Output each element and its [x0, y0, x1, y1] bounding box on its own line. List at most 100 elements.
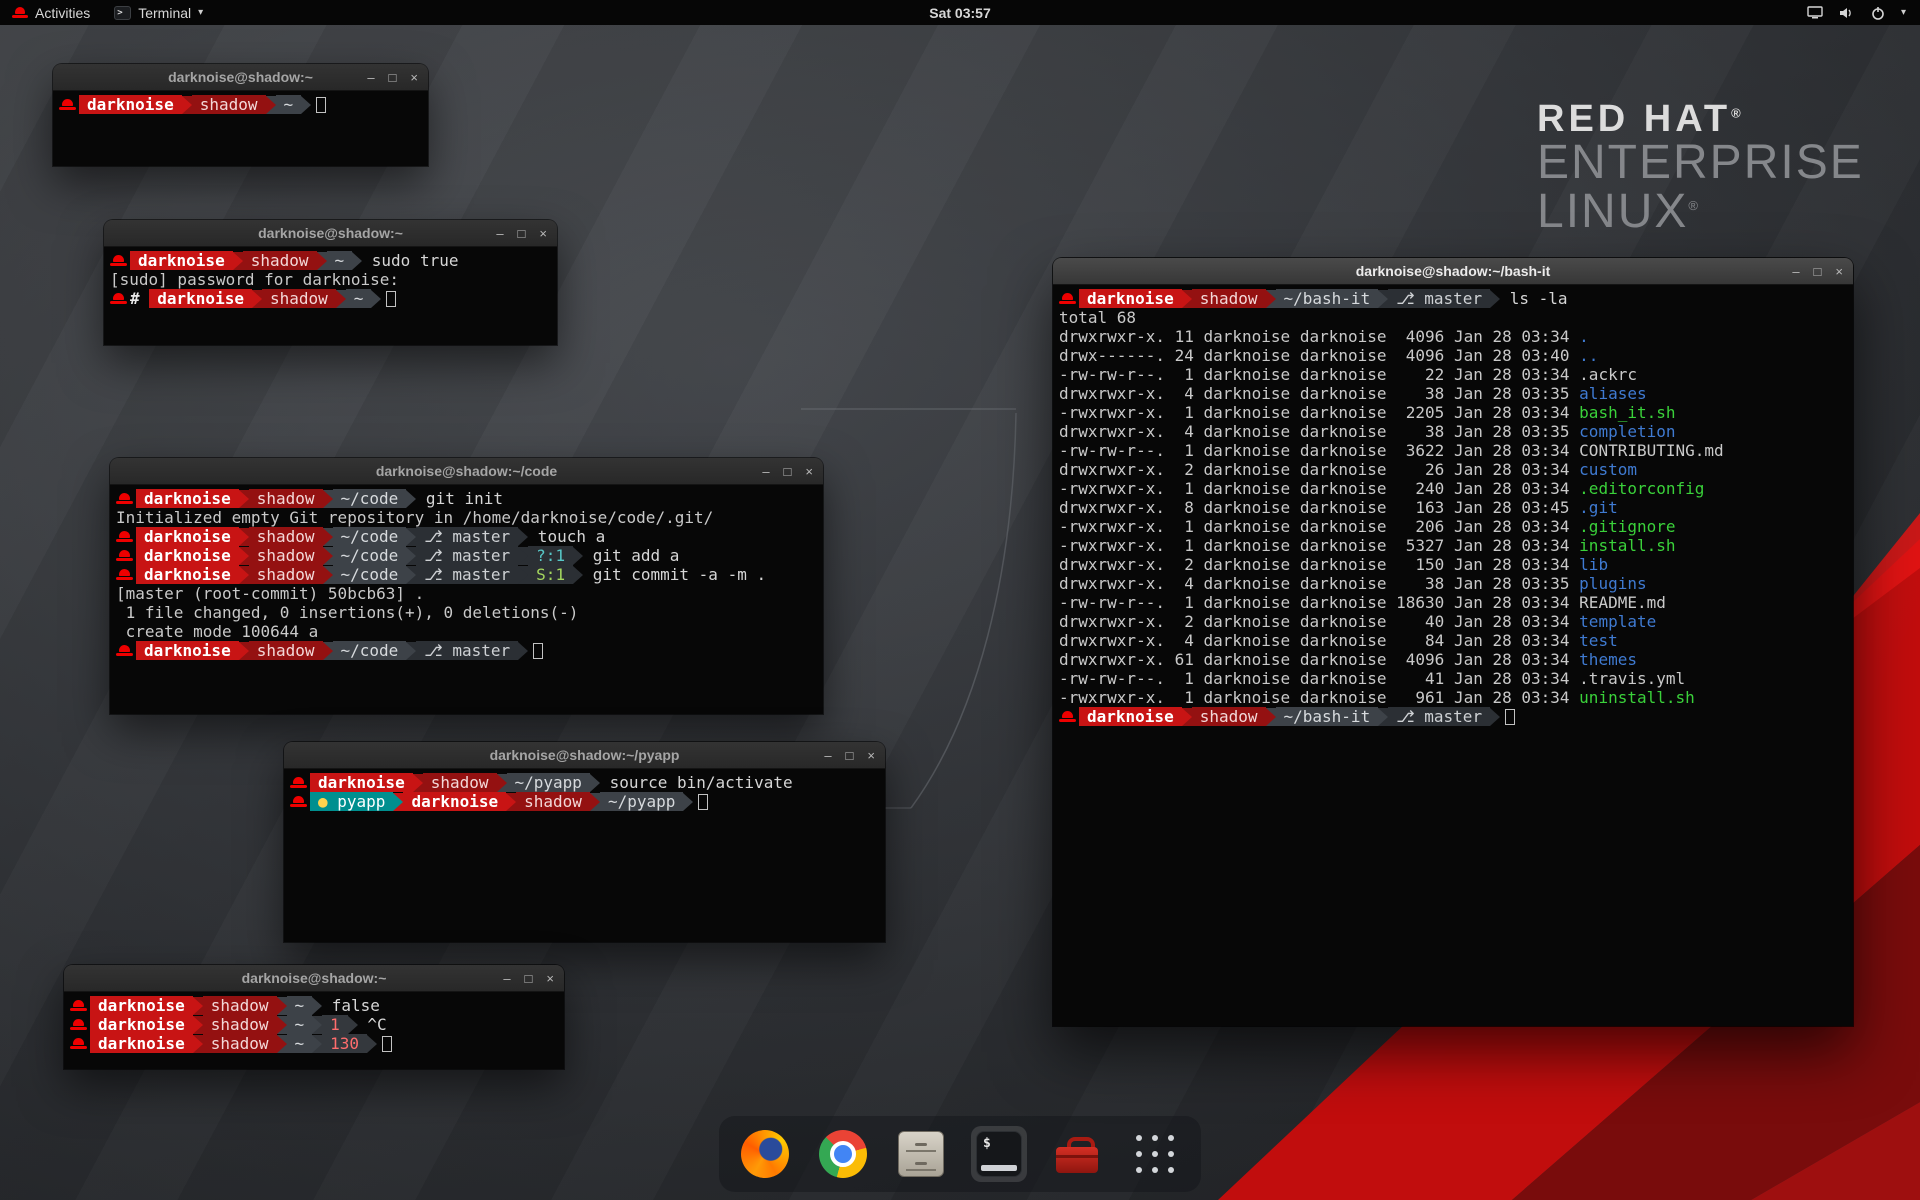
prompt-segment: ~	[287, 1015, 313, 1034]
redhat-prompt-icon	[70, 998, 87, 1013]
prompt-segment: darknoise	[79, 95, 182, 114]
dock-toolbox[interactable]	[1049, 1126, 1105, 1182]
brand-line1: RED HAT	[1537, 98, 1731, 140]
powerline-arrow	[1266, 290, 1276, 308]
terminal-content[interactable]: darknoiseshadow~ falsedarknoiseshadow~1 …	[64, 992, 564, 1069]
minimize-button[interactable]: –	[824, 748, 831, 763]
terminal-content[interactable]: darknoiseshadow~ sudo true[sudo] passwor…	[104, 247, 557, 345]
prompt-segment: ~	[346, 289, 372, 308]
minimize-button[interactable]: –	[367, 70, 374, 85]
powerline-arrow	[239, 566, 249, 584]
prompt-segment: ~/bash-it	[1276, 289, 1379, 308]
terminal-line: ● pyappdarknoiseshadow~/pyapp	[290, 792, 879, 811]
powerline-arrow	[277, 1035, 287, 1053]
powerline-arrow	[497, 774, 507, 792]
powerline-arrow	[1490, 290, 1500, 308]
clock[interactable]: Sat 03:57	[929, 5, 990, 21]
powerline-arrow	[393, 793, 403, 811]
maximize-button[interactable]: □	[525, 971, 533, 986]
terminal-content[interactable]: darknoiseshadow~/code git initInitialize…	[110, 485, 823, 714]
prompt-segment: shadow	[249, 489, 323, 508]
window-title: darknoise@shadow:~	[258, 225, 403, 241]
prompt-segment: ⎇ master	[416, 565, 518, 584]
close-button[interactable]: ×	[1835, 264, 1843, 279]
terminal-line: darknoiseshadow~/bash-it⎇ master	[1059, 707, 1847, 726]
terminal-window-exitcodes[interactable]: darknoise@shadow:~ – □ × darknoiseshadow…	[64, 965, 564, 1069]
terminal-content[interactable]: darknoiseshadow~/bash-it⎇ master ls -lat…	[1053, 285, 1853, 1026]
terminal-line: drwxrwxr-x. 2 darknoise darknoise 150 Ja…	[1059, 555, 1847, 574]
terminal-content[interactable]: darknoiseshadow~/pyapp source bin/activa…	[284, 769, 885, 942]
file-name: plugins	[1579, 574, 1646, 593]
rhel-wallpaper-logo: RED HAT® ENTERPRISE LINUX®	[1537, 100, 1864, 237]
terminal-line: drwxrwxr-x. 4 darknoise darknoise 38 Jan…	[1059, 384, 1847, 403]
titlebar[interactable]: darknoise@shadow:~/bash-it – □ ×	[1053, 258, 1853, 285]
prompt-segment: darknoise	[90, 1015, 193, 1034]
prompt-segment: shadow	[249, 546, 323, 565]
prompt-segment: shadow	[243, 251, 317, 270]
terminal-line: drwxrwxr-x. 4 darknoise darknoise 84 Jan…	[1059, 631, 1847, 650]
titlebar[interactable]: darknoise@shadow:~ – □ ×	[64, 965, 564, 992]
window-title: darknoise@shadow:~/code	[376, 463, 557, 479]
terminal-window-code[interactable]: darknoise@shadow:~/code – □ × darknoises…	[110, 458, 823, 714]
maximize-button[interactable]: □	[518, 226, 526, 241]
terminal-line: -rwxrwxr-x. 1 darknoise darknoise 2205 J…	[1059, 403, 1847, 422]
terminal-line: total 68	[1059, 308, 1847, 327]
dock-appgrid[interactable]	[1127, 1126, 1183, 1182]
window-title: darknoise@shadow:~/bash-it	[1356, 263, 1551, 279]
terminal-line: -rwxrwxr-x. 1 darknoise darknoise 240 Ja…	[1059, 479, 1847, 498]
powerline-arrow	[193, 997, 203, 1015]
maximize-button[interactable]: □	[784, 464, 792, 479]
powerline-arrow	[683, 793, 693, 811]
minimize-button[interactable]: –	[762, 464, 769, 479]
close-button[interactable]: ×	[546, 971, 554, 986]
activities-button[interactable]: Activities	[0, 0, 102, 25]
powerline-arrow	[323, 528, 333, 546]
prompt-segment: ⎇ master	[416, 546, 518, 565]
terminal-content[interactable]: darknoiseshadow~	[53, 91, 428, 166]
system-status-area[interactable]: ▾	[1807, 0, 1920, 25]
powerline-arrow	[266, 96, 276, 114]
dock-firefox[interactable]	[737, 1126, 793, 1182]
minimize-button[interactable]: –	[496, 226, 503, 241]
titlebar[interactable]: darknoise@shadow:~ – □ ×	[104, 220, 557, 247]
terminal-line: darknoiseshadow~130	[70, 1034, 558, 1053]
terminal-line: [sudo] password for darknoise:	[110, 270, 551, 289]
prompt-segment: darknoise	[1079, 707, 1182, 726]
minimize-button[interactable]: –	[503, 971, 510, 986]
titlebar[interactable]: darknoise@shadow:~ – □ ×	[53, 64, 428, 91]
terminal-line: Initialized empty Git repository in /hom…	[116, 508, 817, 527]
powerline-arrow	[413, 774, 423, 792]
close-button[interactable]: ×	[805, 464, 813, 479]
file-name: aliases	[1579, 384, 1646, 403]
terminal-line: -rw-rw-r--. 1 darknoise darknoise 41 Jan…	[1059, 669, 1847, 688]
dock-chrome[interactable]	[815, 1126, 871, 1182]
prompt-segment: shadow	[203, 1034, 277, 1053]
close-button[interactable]: ×	[539, 226, 547, 241]
powerline-arrow	[312, 997, 322, 1015]
redhat-prompt-icon	[116, 643, 133, 658]
brand-line2: ENTERPRISE	[1537, 139, 1864, 188]
dock-terminal[interactable]	[971, 1126, 1027, 1182]
terminal-window-sudo[interactable]: darknoise@shadow:~ – □ × darknoiseshadow…	[104, 220, 557, 345]
close-button[interactable]: ×	[410, 70, 418, 85]
titlebar[interactable]: darknoise@shadow:~/pyapp – □ ×	[284, 742, 885, 769]
maximize-button[interactable]: □	[389, 70, 397, 85]
titlebar[interactable]: darknoise@shadow:~/code – □ ×	[110, 458, 823, 485]
maximize-button[interactable]: □	[1814, 264, 1822, 279]
maximize-button[interactable]: □	[846, 748, 854, 763]
powerline-arrow	[406, 528, 416, 546]
terminal-window-pyapp[interactable]: darknoise@shadow:~/pyapp – □ × darknoise…	[284, 742, 885, 942]
file-name: .gitignore	[1579, 517, 1675, 536]
redhat-prompt-icon	[116, 567, 133, 582]
close-button[interactable]: ×	[867, 748, 875, 763]
terminal-line: darknoiseshadow~/bash-it⎇ master ls -la	[1059, 289, 1847, 308]
powerline-arrow	[371, 290, 381, 308]
terminal-window-home-1[interactable]: darknoise@shadow:~ – □ × darknoiseshadow…	[53, 64, 428, 166]
registered-mark: ®	[1731, 105, 1745, 120]
dock-files[interactable]	[893, 1126, 949, 1182]
terminal-line: darknoiseshadow~/code⎇ master?:1 git add…	[116, 546, 817, 565]
minimize-button[interactable]: –	[1792, 264, 1799, 279]
terminal-window-bashit[interactable]: darknoise@shadow:~/bash-it – □ × darknoi…	[1053, 258, 1853, 1026]
display-icon	[1807, 6, 1823, 19]
app-menu-terminal[interactable]: Terminal ▾	[102, 0, 215, 25]
